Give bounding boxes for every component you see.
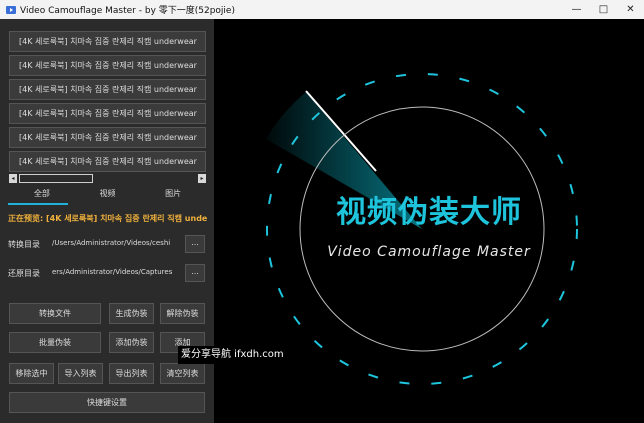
export-list-button[interactable]: 导出列表 xyxy=(109,363,154,384)
list-item[interactable]: [4K 세로룩북] 치마속 집중 란제리 직캠 underwear xyxy=(9,79,206,100)
shortcut-settings-button[interactable]: 快捷键设置 xyxy=(9,392,205,413)
convert-file-button[interactable]: 转换文件 xyxy=(9,303,101,324)
scroll-left-icon[interactable]: ◂ xyxy=(9,174,17,183)
app-icon xyxy=(6,5,16,14)
close-button[interactable]: ✕ xyxy=(617,0,644,19)
restore-dir-label: 还原目录 xyxy=(8,269,40,278)
logo-title: 视频伪装大师 xyxy=(336,195,522,230)
window-title: Video Camouflage Master - by 零下一度(52poji… xyxy=(20,6,235,16)
maximize-button[interactable]: □ xyxy=(590,0,617,19)
tab-all[interactable]: 全部 xyxy=(9,183,75,205)
import-list-button[interactable]: 导入列表 xyxy=(58,363,103,384)
restore-dir-browse-button[interactable]: ... xyxy=(185,264,205,282)
tab-video[interactable]: 视频 xyxy=(75,183,141,205)
active-tab-indicator xyxy=(8,203,68,205)
add-disguise-button[interactable]: 添加伪装 xyxy=(109,332,154,353)
scroll-right-icon[interactable]: ▸ xyxy=(198,174,206,183)
minimize-button[interactable]: — xyxy=(563,0,590,19)
scrollbar-thumb[interactable] xyxy=(19,174,93,183)
logo-subtitle: Video Camouflage Master xyxy=(327,244,531,260)
file-list[interactable]: [4K 세로룩북] 치마속 집중 란제리 직캠 underwear [4K 세로… xyxy=(9,31,206,172)
clear-list-button[interactable]: 清空列表 xyxy=(160,363,205,384)
window-controls: — □ ✕ xyxy=(563,0,644,19)
list-item[interactable]: [4K 세로룩북] 치마속 집중 란제리 직캠 underwear xyxy=(9,55,206,76)
list-item[interactable]: [4K 세로룩북] 치마속 집중 란제리 직캠 underwear xyxy=(9,103,206,124)
title-bar: Video Camouflage Master - by 零下一度(52poji… xyxy=(0,0,644,19)
convert-dir-browse-button[interactable]: ... xyxy=(185,235,205,253)
generate-disguise-button[interactable]: 生成伪装 xyxy=(109,303,154,324)
preview-status: 正在预览: [4K 세로룩북] 치마속 집중 란제리 직캠 underwear xyxy=(8,214,208,223)
list-item[interactable]: [4K 세로룩북] 치마속 집중 란제리 직캠 underwear xyxy=(9,151,206,172)
tab-image[interactable]: 图片 xyxy=(140,183,206,205)
convert-dir-label: 转换目录 xyxy=(8,240,40,249)
restore-dir-field[interactable]: ers/Administrator/Videos/Captures xyxy=(52,265,178,280)
filter-tabs: 全部 视频 图片 xyxy=(9,183,206,205)
convert-dir-field[interactable]: /Users/Administrator/Videos/ceshi xyxy=(52,236,178,251)
batch-disguise-button[interactable]: 批量伪装 xyxy=(9,332,101,353)
remove-selected-button[interactable]: 移除选中 xyxy=(9,363,54,384)
remove-disguise-button[interactable]: 解除伪装 xyxy=(160,303,205,324)
watermark-overlay: 爱分享导航 ifxdh.com xyxy=(178,346,287,364)
list-item[interactable]: [4K 세로룩북] 치마속 집중 란제리 직캠 underwear xyxy=(9,31,206,52)
list-item[interactable]: [4K 세로룩북] 치마속 집중 란제리 직캠 underwear xyxy=(9,127,206,148)
